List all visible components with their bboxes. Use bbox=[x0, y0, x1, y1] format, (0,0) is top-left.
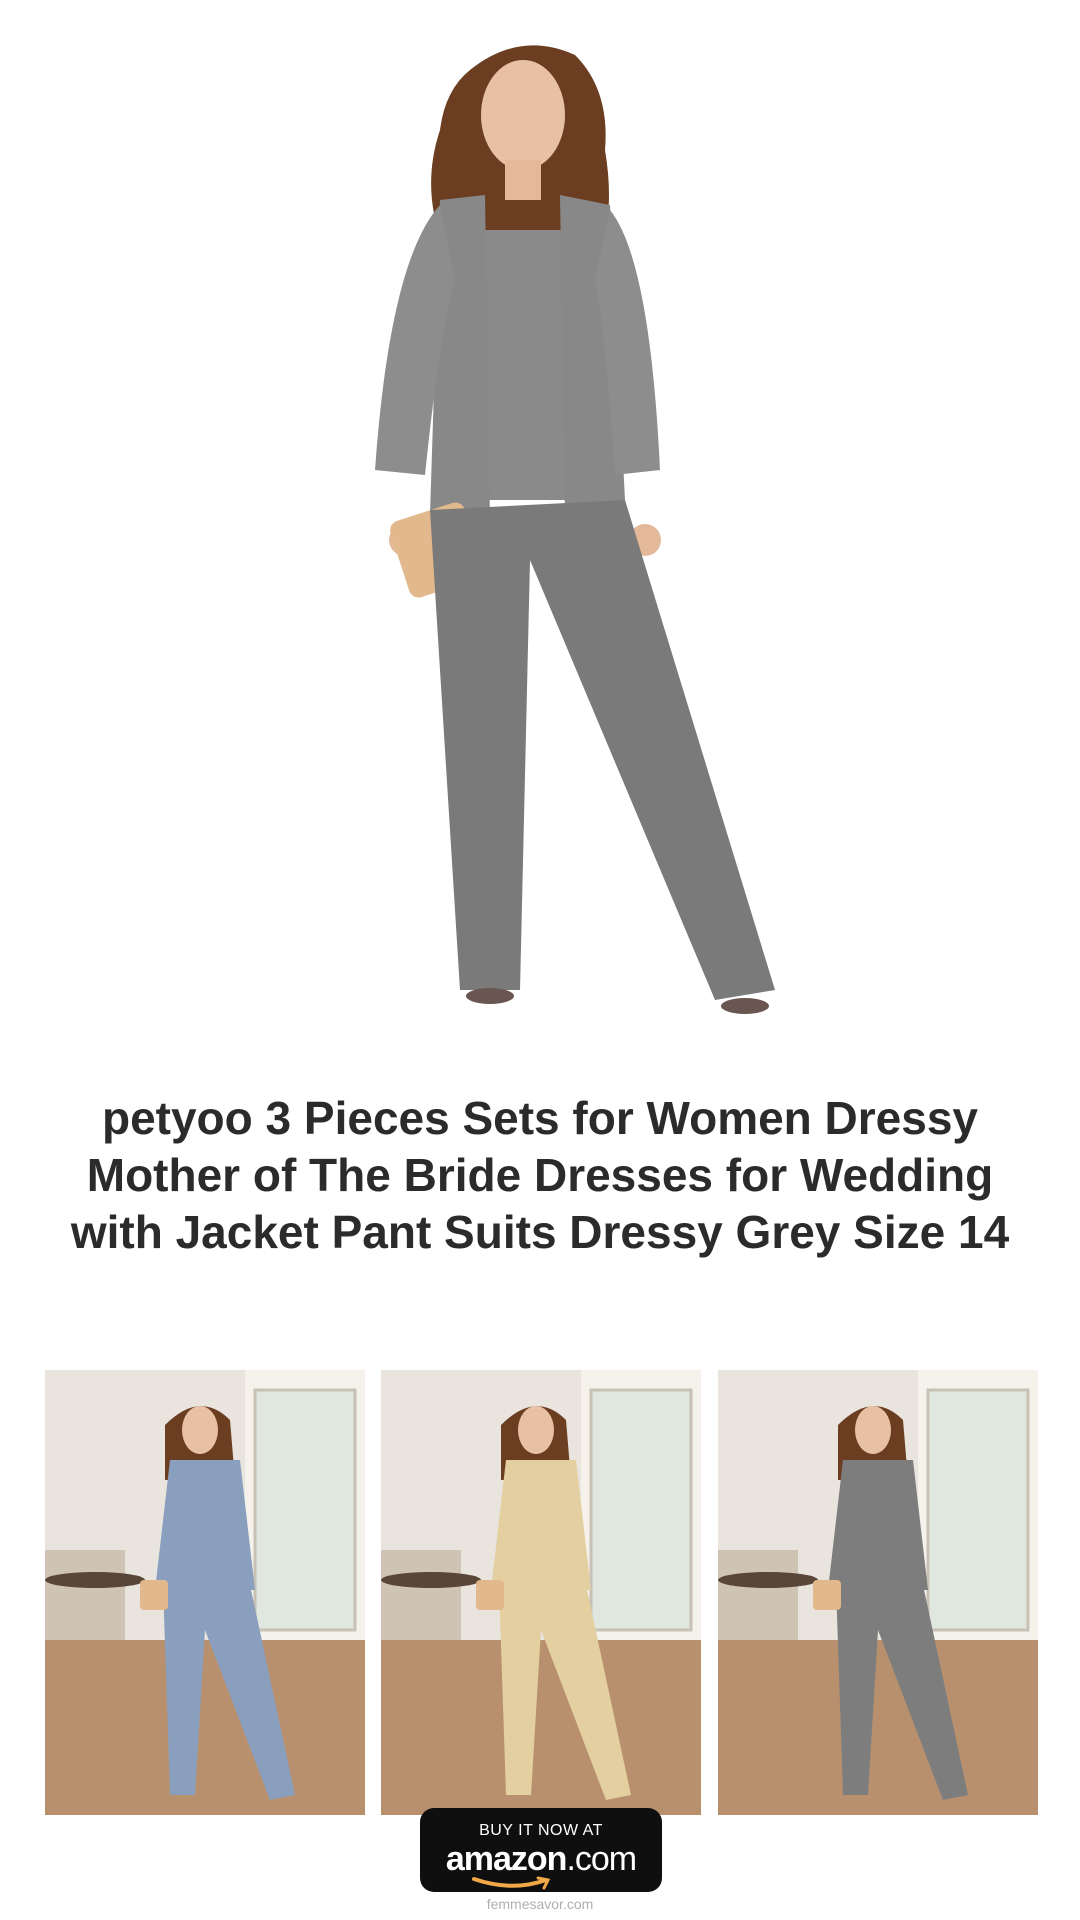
amazon-brand-suffix: .com bbox=[566, 1840, 637, 1878]
variant-thumbnail-grey[interactable] bbox=[718, 1370, 1038, 1815]
variant-thumbnail-blue[interactable] bbox=[45, 1370, 365, 1815]
footer-site-label: femmesavor.com bbox=[486, 1896, 594, 1912]
amazon-logo: amazon.com bbox=[420, 1840, 662, 1879]
variant-thumbnail-champagne[interactable] bbox=[381, 1370, 701, 1815]
variant-thumbnails bbox=[45, 1370, 1038, 1815]
product-title: petyoo 3 Pieces Sets for Women Dressy Mo… bbox=[70, 1092, 1010, 1258]
product-hero-image[interactable] bbox=[0, 0, 1080, 1060]
amazon-brand-text: amazon bbox=[445, 1840, 568, 1878]
cta-top-label: BUY IT NOW AT bbox=[479, 1822, 603, 1839]
amazon-smile-icon bbox=[472, 1876, 551, 1890]
buy-on-amazon-button[interactable]: BUY IT NOW AT amazon.com bbox=[420, 1808, 662, 1892]
